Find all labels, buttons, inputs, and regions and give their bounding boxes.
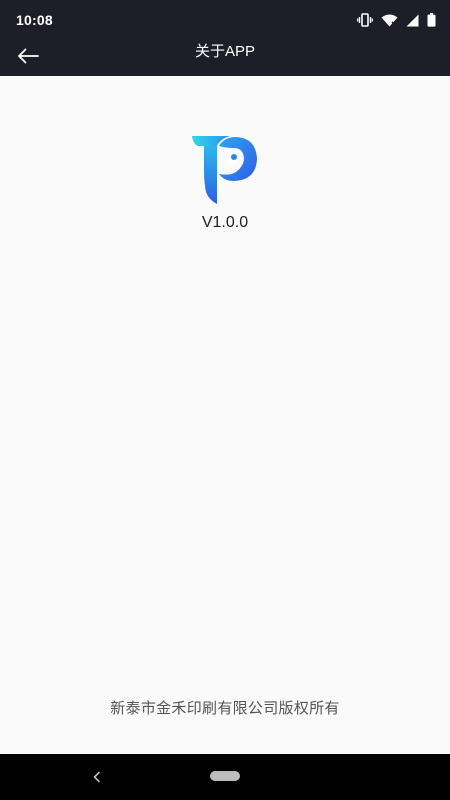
nav-back-icon[interactable] (86, 766, 108, 788)
app-logo-icon (190, 134, 260, 206)
battery-icon (427, 13, 436, 27)
about-screen: 10:08 关于APP V1.0.0 新泰市金禾印刷有限公司版权所有 (0, 0, 450, 800)
version-label: V1.0.0 (201, 214, 249, 231)
nav-home-pill-icon[interactable] (210, 771, 240, 781)
vibrate-icon (357, 13, 373, 27)
status-time: 10:08 (16, 12, 53, 28)
status-icons (357, 13, 436, 27)
status-bar: 10:08 (0, 0, 450, 40)
app-bar: 关于APP (0, 40, 450, 76)
page-title: 关于APP (194, 43, 255, 60)
copyright-text: 新泰市金禾印刷有限公司版权所有 (110, 700, 340, 717)
signal-icon (406, 14, 419, 27)
wifi-icon (381, 14, 398, 27)
system-nav-bar (0, 754, 450, 800)
